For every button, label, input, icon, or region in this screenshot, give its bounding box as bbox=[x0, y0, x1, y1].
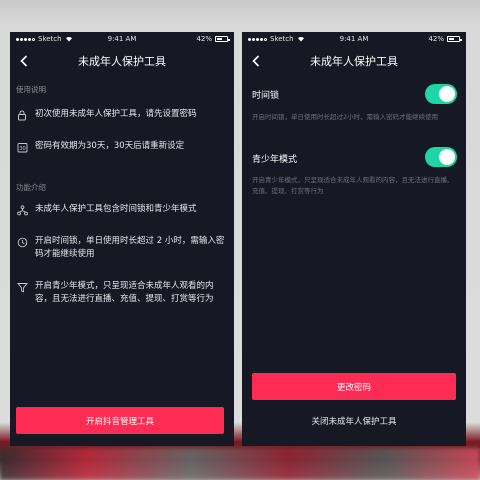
change-password-button[interactable]: 更改密码 bbox=[252, 373, 456, 400]
section-label-features: 功能介绍 bbox=[16, 183, 46, 192]
info-row: 开启青少年模式，只呈现适合未成年人观看的内容，且无法进行直播、充值、提现、打赏等… bbox=[16, 280, 228, 306]
enable-tool-button[interactable]: 开启抖音管理工具 bbox=[16, 407, 224, 434]
youth-mode-label: 青少年模式 bbox=[252, 155, 298, 165]
close-tool-link[interactable]: 关闭未成年人保护工具 bbox=[242, 415, 466, 427]
section-label-usage: 使用说明 bbox=[16, 85, 46, 94]
svg-text:30: 30 bbox=[19, 146, 25, 152]
info-row: 未成年人保护工具包含时间锁和青少年模式 bbox=[16, 203, 228, 216]
carrier-name: Sketch bbox=[38, 35, 62, 43]
info-text: 开启时间锁，单日使用时长超过 2 小时，需输入密码才能继续使用 bbox=[35, 236, 225, 259]
phone-screen-instructions: Sketch 9:41 AM 42% 未成年人保护工具 使用说明 初次使用未成年… bbox=[10, 32, 234, 446]
time-lock-description: 开启时间锁，单日使用时长超过2小时，需输入密码才能继续使用 bbox=[252, 113, 439, 121]
wifi-icon bbox=[65, 37, 72, 42]
clock-icon bbox=[16, 236, 28, 248]
signal-icon bbox=[16, 37, 35, 41]
battery-icon bbox=[215, 36, 230, 42]
info-text: 开启青少年模式，只呈现适合未成年人观看的内容，且无法进行直播、充值、提现、打赏等… bbox=[35, 281, 214, 304]
battery-percent: 42% bbox=[428, 35, 444, 43]
calendar-30-icon: 30 bbox=[16, 141, 28, 153]
lock-icon bbox=[16, 109, 28, 121]
info-row: 开启时间锁，单日使用时长超过 2 小时，需输入密码才能继续使用 bbox=[16, 235, 228, 261]
youth-mode-toggle[interactable] bbox=[425, 147, 457, 167]
filter-icon bbox=[16, 281, 28, 293]
signal-icon bbox=[248, 37, 267, 41]
page-title: 未成年人保护工具 bbox=[78, 55, 166, 68]
carrier-name: Sketch bbox=[270, 35, 294, 43]
info-row: 初次使用未成年人保护工具，请先设置密码 bbox=[16, 108, 228, 121]
toggle-knob bbox=[439, 149, 455, 165]
back-chevron-icon[interactable] bbox=[16, 52, 32, 70]
battery-icon bbox=[447, 36, 462, 42]
info-row: 30 密码有效期为30天，30天后请重新设定 bbox=[16, 140, 228, 153]
info-text: 未成年人保护工具包含时间锁和青少年模式 bbox=[35, 204, 197, 214]
toggle-knob bbox=[439, 86, 455, 102]
back-chevron-icon[interactable] bbox=[248, 52, 264, 70]
time-lock-toggle[interactable] bbox=[425, 84, 457, 104]
status-bar: Sketch 9:41 AM 42% bbox=[242, 32, 466, 46]
page-title: 未成年人保护工具 bbox=[310, 55, 398, 68]
nav-bar: 未成年人保护工具 bbox=[10, 46, 234, 76]
info-text: 初次使用未成年人保护工具，请先设置密码 bbox=[35, 109, 197, 119]
battery-percent: 42% bbox=[196, 35, 212, 43]
wifi-icon bbox=[297, 37, 304, 42]
youth-mode-description: 开启青少年模式，只呈现适合未成年人观看的内容，且无法进行直播、充值、提现、打赏等… bbox=[252, 176, 454, 195]
background-blur-band bbox=[0, 448, 480, 480]
network-icon bbox=[16, 204, 28, 216]
phone-screen-settings: Sketch 9:41 AM 42% 未成年人保护工具 时间锁 开启时间锁，单日… bbox=[242, 32, 466, 446]
nav-bar: 未成年人保护工具 bbox=[242, 46, 466, 76]
time-lock-label: 时间锁 bbox=[252, 91, 280, 101]
status-bar: Sketch 9:41 AM 42% bbox=[10, 32, 234, 46]
info-text: 密码有效期为30天，30天后请重新设定 bbox=[35, 141, 185, 151]
